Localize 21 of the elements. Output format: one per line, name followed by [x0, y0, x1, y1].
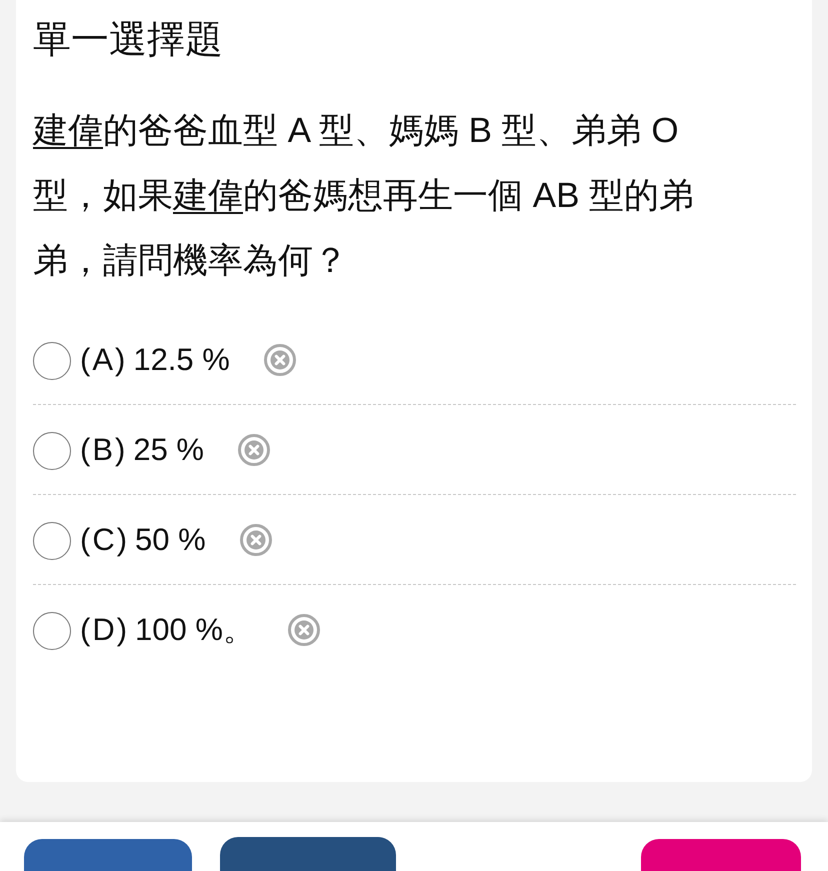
action-button[interactable] — [641, 839, 801, 871]
option-letter: (A) — [80, 340, 128, 378]
x-circle-icon[interactable] — [240, 524, 272, 556]
question-text: 建偉的爸爸血型 A 型、媽媽 B 型、弟弟 O 型，如果建偉的爸媽想再生一個 AB 型的弟弟，請問機率為何？ — [33, 110, 696, 282]
option-letter: (D) — [80, 611, 130, 649]
option-text: 100 %。 — [135, 611, 254, 649]
radio-button[interactable] — [33, 612, 71, 650]
option-letter: (C) — [80, 520, 130, 558]
option-text: 12.5 % — [133, 340, 230, 378]
x-circle-icon[interactable] — [288, 614, 320, 646]
radio-button[interactable] — [33, 342, 71, 380]
radio-button[interactable] — [33, 432, 71, 470]
x-circle-icon[interactable] — [238, 434, 270, 466]
option-text: 25 % — [133, 430, 204, 468]
action-button[interactable] — [220, 837, 396, 871]
action-button[interactable] — [24, 839, 192, 871]
option-text: 50 % — [135, 520, 206, 558]
radio-button[interactable] — [33, 522, 71, 560]
x-circle-icon[interactable] — [264, 344, 296, 376]
option-letter: (B) — [80, 430, 128, 468]
question-type-title: 單一選擇題 — [33, 18, 223, 63]
